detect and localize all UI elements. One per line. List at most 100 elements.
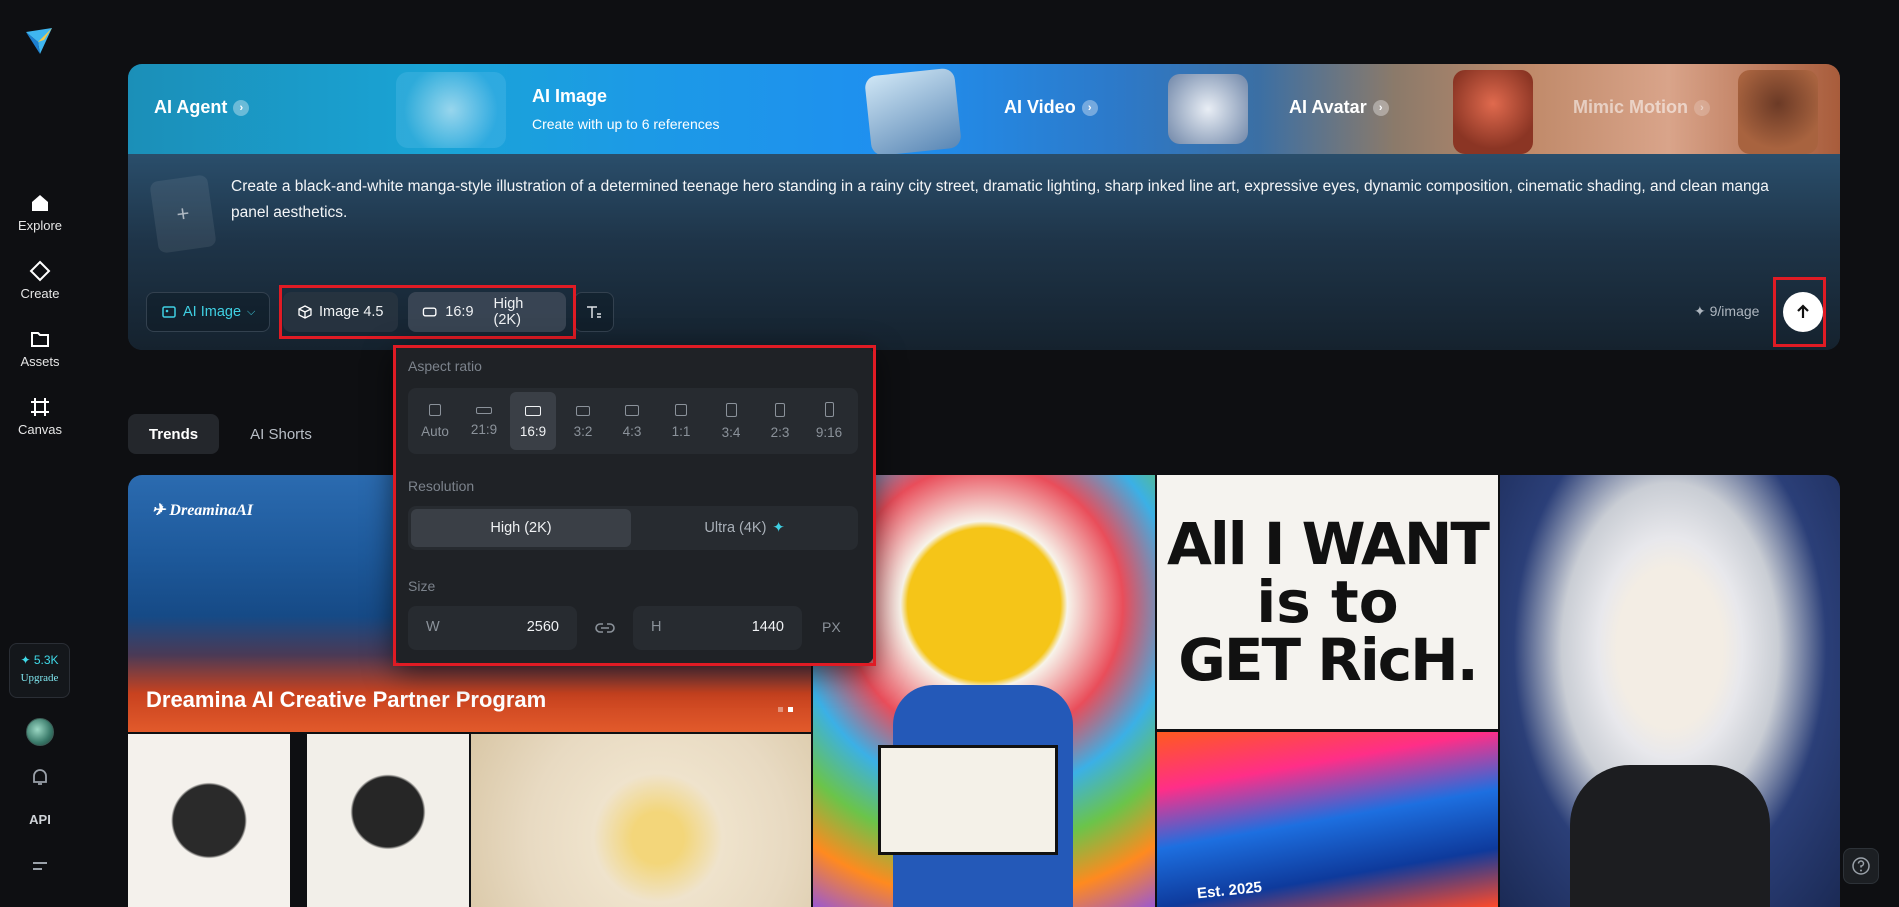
tab-ai-video-label: AI Video xyxy=(1004,97,1076,117)
diamond-icon xyxy=(29,260,51,282)
sparkle-icon: ✦ xyxy=(772,520,785,536)
link-icon[interactable] xyxy=(594,619,616,637)
ratio-option-label: Auto xyxy=(421,424,449,439)
carousel-dots[interactable] xyxy=(778,707,793,712)
nav-explore[interactable]: Explore xyxy=(0,192,80,233)
ratio-option-3-2[interactable]: 3:2 xyxy=(560,392,606,450)
ratio-option-label: 3:2 xyxy=(573,424,593,439)
chevron-right-icon: › xyxy=(1694,99,1710,116)
mode-select-label: AI Image xyxy=(183,304,242,320)
generate-button[interactable] xyxy=(1783,292,1823,332)
tab-mimic-motion[interactable]: Mimic Motion › xyxy=(1573,97,1710,118)
ratio-2-3-icon xyxy=(775,403,785,417)
gallery-item-cat-2[interactable] xyxy=(307,734,469,907)
help-button[interactable] xyxy=(1843,848,1879,884)
tab-ai-avatar[interactable]: AI Avatar › xyxy=(1289,97,1389,118)
ratio-option-1-1[interactable]: 1:1 xyxy=(658,392,704,450)
text-style-button[interactable] xyxy=(574,292,614,332)
ratio-options: Auto 21:9 16:9 3:2 4:3 1:1 3:4 2:3 9:16 xyxy=(408,388,858,454)
ai-agent-illustration xyxy=(396,72,506,148)
ratio-option-21-9[interactable]: 21:9 xyxy=(461,392,507,450)
newspaper xyxy=(878,745,1058,855)
height-value: 1440 xyxy=(751,619,784,635)
tab-ai-image-label: AI Image xyxy=(532,86,608,106)
tab-ai-image[interactable]: AI Image xyxy=(532,86,607,107)
cube-icon xyxy=(298,305,312,319)
tab-ai-video[interactable]: AI Video › xyxy=(1004,97,1098,118)
tab-ai-shorts[interactable]: AI Shorts xyxy=(228,414,334,454)
ratio-option-label: 4:3 xyxy=(622,424,642,439)
unit-label: PX xyxy=(822,619,841,635)
gallery-item-poster[interactable]: All I WANT is to GET RicH. xyxy=(1157,475,1498,729)
dreamina-logo-icon[interactable] xyxy=(24,26,54,56)
chevron-right-icon: › xyxy=(1372,99,1389,116)
nav-create-label: Create xyxy=(20,286,60,301)
aspect-ratio-popover: Aspect ratio Auto 21:9 16:9 3:2 4:3 1:1 … xyxy=(394,346,874,664)
tab-mimic-motion-label: Mimic Motion xyxy=(1573,97,1688,117)
resolution-title: Resolution xyxy=(408,478,475,494)
mode-select-button[interactable]: AI Image ⌵ xyxy=(146,292,271,332)
aspect-ratio-icon xyxy=(422,307,437,317)
ratio-option-9-16[interactable]: 9:16 xyxy=(806,392,852,450)
image-icon xyxy=(162,306,176,318)
credits-count: ✦ 5.3K xyxy=(20,653,59,667)
est-text: Est. 2025 xyxy=(1196,878,1263,903)
nav-assets-label: Assets xyxy=(20,354,60,369)
upgrade-card[interactable]: ✦ 5.3K Upgrade xyxy=(9,643,70,698)
resolution-options: High (2K) Ultra (4K) ✦ xyxy=(408,506,858,550)
ratio-option-3-4[interactable]: 3:4 xyxy=(708,392,754,450)
avatar[interactable] xyxy=(26,718,54,746)
ai-avatar-illustration xyxy=(1168,74,1248,144)
model-select-button[interactable]: Image 4.5 xyxy=(283,292,398,332)
ratio-21-9-icon xyxy=(476,407,492,414)
tab-ai-agent[interactable]: AI Agent › xyxy=(154,97,250,118)
ratio-3-4-icon xyxy=(725,403,737,417)
menu-icon[interactable] xyxy=(31,858,49,874)
home-icon xyxy=(32,195,48,211)
ratio-option-16-9[interactable]: 16:9 xyxy=(510,392,556,450)
ratio-option-label: 1:1 xyxy=(671,424,691,439)
ratio-option-label: 2:3 xyxy=(770,425,790,440)
poster-line-1: All I WANT xyxy=(1167,510,1490,578)
figure-jacket xyxy=(1570,765,1770,907)
gallery-item-angel[interactable] xyxy=(471,734,811,907)
auto-ratio-icon xyxy=(429,404,441,416)
ratio-16-9-icon xyxy=(525,406,541,416)
ratio-option-auto[interactable]: Auto xyxy=(412,392,458,450)
mode-tabs: AI Agent › AI Image Create with up to 6 … xyxy=(128,64,1840,157)
ratio-option-2-3[interactable]: 2:3 xyxy=(757,392,803,450)
bell-icon[interactable] xyxy=(29,766,51,788)
price-per-image: ✦ 9/image xyxy=(1694,303,1760,319)
reference-upload[interactable]: + xyxy=(149,174,217,254)
nav-create[interactable]: Create xyxy=(0,260,80,301)
tab-ai-agent-label: AI Agent xyxy=(154,97,228,117)
height-field[interactable]: H 1440 xyxy=(633,606,802,650)
prompt-input[interactable]: Create a black-and-white manga-style ill… xyxy=(231,174,1811,226)
ratio-resolution-button[interactable]: 16:9 High (2K) xyxy=(408,292,566,332)
nav-assets[interactable]: Assets xyxy=(0,328,80,369)
upgrade-label: Upgrade xyxy=(20,672,59,684)
resolution-option-ultra[interactable]: Ultra (4K) ✦ xyxy=(634,509,855,547)
width-field[interactable]: W 2560 xyxy=(408,606,577,650)
ratio-option-4-3[interactable]: 4:3 xyxy=(609,392,655,450)
arrow-up-icon xyxy=(1797,304,1809,318)
tab-trends[interactable]: Trends xyxy=(128,414,219,454)
chevron-right-icon: › xyxy=(233,99,250,116)
folder-icon xyxy=(31,332,49,347)
resolution-label: High (2K) xyxy=(493,296,524,328)
api-link[interactable]: API xyxy=(0,812,80,827)
text-format-icon xyxy=(587,306,601,318)
nav-canvas[interactable]: Canvas xyxy=(0,396,80,437)
resolution-option-label: Ultra (4K) xyxy=(704,520,767,536)
chevron-right-icon: › xyxy=(1081,99,1098,116)
gallery-item-cat-1[interactable] xyxy=(128,734,290,907)
ratio-option-label: 21:9 xyxy=(470,422,498,437)
banner-title: Dreamina AI Creative Partner Program xyxy=(146,687,547,712)
width-label: W xyxy=(426,619,440,635)
gallery-item-anime-girl[interactable] xyxy=(1500,475,1840,907)
gallery-item-waves[interactable]: Est. 2025 xyxy=(1157,732,1498,907)
nav-explore-label: Explore xyxy=(17,218,63,233)
resolution-option-high[interactable]: High (2K) xyxy=(411,509,631,547)
poster-line-2: is to xyxy=(1256,568,1399,636)
model-select-label: Image 4.5 xyxy=(319,304,384,320)
